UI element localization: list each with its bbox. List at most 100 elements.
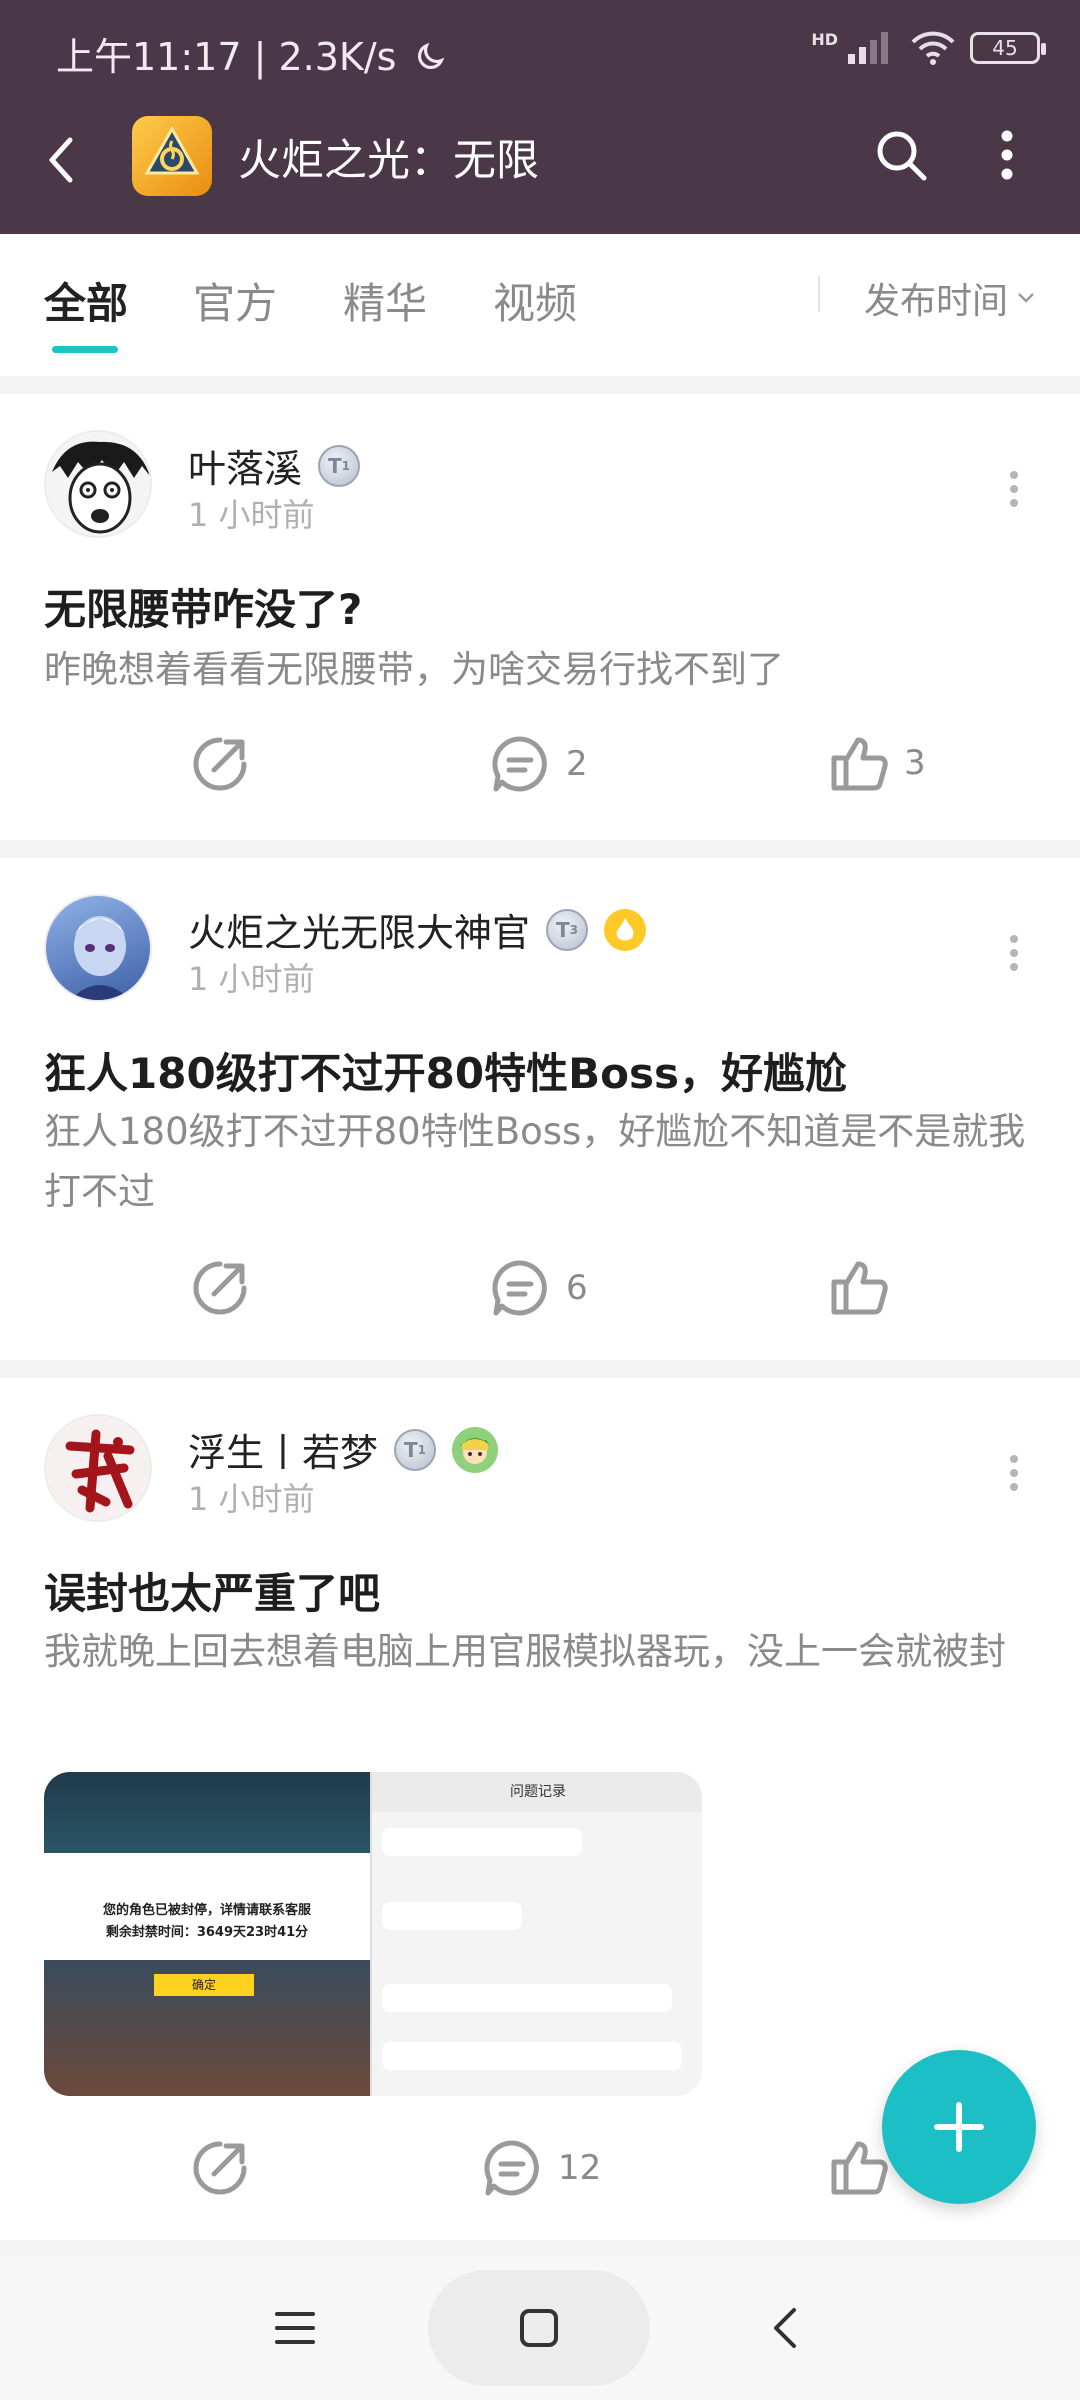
home-button[interactable] xyxy=(494,2276,584,2380)
post-images[interactable]: 提示 您的角色已被封停，详情请联系客服 剩余封禁时间：3649天23时41分 确… xyxy=(44,1772,702,2096)
thumbs-up-icon xyxy=(831,1261,888,1315)
search-icon xyxy=(877,131,927,181)
sort-dropdown[interactable]: 发布时间 xyxy=(864,272,1036,324)
moon-icon xyxy=(417,42,444,69)
post-card[interactable]: 叶落溪 T1 1 小时前 无限腰带咋没了? 昨晚想着看看无限腰带，为啥交易行找不… xyxy=(0,394,1080,840)
tabs-divider xyxy=(818,276,820,312)
tab-official[interactable]: 官方 xyxy=(193,270,277,331)
image-ban-remaining: 剩余封禁时间：3649天23时41分 xyxy=(105,1925,309,1940)
comment-icon xyxy=(484,2140,539,2196)
status-time-text: 上午11:17 | 2.3K/s xyxy=(56,35,397,79)
character-badge-icon xyxy=(452,1426,499,1473)
app-bar: 火炬之光：无限 xyxy=(0,100,1080,234)
avatar-calligraphy-icon xyxy=(46,1416,150,1520)
comment-count: 12 xyxy=(558,2148,602,2188)
thumbs-up-icon xyxy=(831,2141,888,2195)
post-time: 1 小时前 xyxy=(188,496,315,534)
back-icon xyxy=(49,137,73,183)
avatar[interactable] xyxy=(44,1414,152,1522)
post-body[interactable]: 昨晚想着看看无限腰带，为啥交易行找不到了 xyxy=(44,640,1034,700)
share-icon xyxy=(193,737,247,791)
avatar-face-icon xyxy=(46,432,150,536)
share-button[interactable] xyxy=(190,734,250,794)
torch-emblem-icon xyxy=(144,125,200,175)
back-nav-button[interactable] xyxy=(740,2276,830,2380)
active-tab-indicator xyxy=(52,346,118,353)
status-time: 上午11:17 | 2.3K/s xyxy=(56,26,447,81)
author-row: 叶落溪 T1 xyxy=(188,438,361,493)
author-name[interactable]: 叶落溪 xyxy=(188,438,302,493)
post-body[interactable]: 我就晚上回去想着电脑上用官服模拟器玩，没上一会就被封 xyxy=(44,1622,1034,1682)
badge-level: 1 xyxy=(341,458,351,473)
tab-featured[interactable]: 精华 xyxy=(343,270,427,331)
comment-button[interactable]: 6 xyxy=(490,1258,588,1318)
sort-label: 发布时间 xyxy=(864,281,1009,322)
wifi-icon xyxy=(911,31,955,65)
home-icon xyxy=(520,2309,558,2347)
new-post-button[interactable] xyxy=(882,2050,1036,2204)
author-row: 浮生丨若梦 T1 xyxy=(188,1422,499,1477)
like-button[interactable]: 3 xyxy=(830,734,926,792)
badge-level: 3 xyxy=(569,922,579,937)
post-image-records[interactable]: 问题记录 xyxy=(370,1772,702,2096)
post-card[interactable]: 火炬之光无限大神官 T3 1 小时前 狂人180级打不过开80特性Boss，好尴… xyxy=(0,858,1080,1360)
more-button[interactable] xyxy=(982,122,1032,188)
post-title[interactable]: 误封也太严重了吧 xyxy=(44,1560,380,1621)
image-confirm-label: 确定 xyxy=(154,1974,254,1996)
author-name[interactable]: 浮生丨若梦 xyxy=(188,1422,378,1477)
post-more-button[interactable] xyxy=(994,464,1034,514)
section-gap xyxy=(0,376,1080,394)
more-vertical-icon xyxy=(1001,130,1013,180)
section-gap xyxy=(0,2240,1080,2256)
share-icon xyxy=(193,1261,247,1315)
image-record-line xyxy=(382,2042,682,2070)
filter-tabs: 全部 官方 精华 视频 发布时间 xyxy=(0,234,1080,376)
tab-video[interactable]: 视频 xyxy=(493,270,577,331)
more-vertical-icon xyxy=(1010,471,1018,507)
comment-icon xyxy=(492,736,547,792)
back-nav-icon xyxy=(774,2308,796,2348)
page-title: 火炬之光：无限 xyxy=(238,136,539,186)
like-count: 3 xyxy=(904,743,926,783)
like-button[interactable] xyxy=(830,1258,904,1316)
post-image-ban-notice[interactable]: 提示 您的角色已被封停，详情请联系客服 剩余封禁时间：3649天23时41分 确… xyxy=(44,1772,370,2096)
comment-count: 6 xyxy=(566,1268,588,1308)
avatar[interactable] xyxy=(44,894,152,1002)
author-name[interactable]: 火炬之光无限大神官 xyxy=(188,902,530,957)
share-icon xyxy=(193,2141,247,2195)
post-more-button[interactable] xyxy=(994,1448,1034,1498)
image-record-line xyxy=(382,1902,522,1930)
back-button[interactable] xyxy=(30,128,94,192)
level-badge-icon: T1 xyxy=(318,444,361,487)
image-popup-text: 您的角色已被封停，详情请联系客服 剩余封禁时间：3649天23时41分 xyxy=(56,1900,358,1944)
image-record-line xyxy=(382,1984,672,2012)
tab-all[interactable]: 全部 xyxy=(44,270,128,331)
menu-button[interactable] xyxy=(250,2276,340,2380)
avatar[interactable] xyxy=(44,430,152,538)
post-body[interactable]: 狂人180级打不过开80特性Boss，好尴尬不知道是不是就我打不过 xyxy=(44,1102,1034,1222)
badge-level: 1 xyxy=(417,1442,427,1457)
search-button[interactable] xyxy=(868,122,934,188)
post-more-button[interactable] xyxy=(994,928,1034,978)
game-logo[interactable] xyxy=(132,116,212,196)
post-title[interactable]: 无限腰带咋没了? xyxy=(44,576,362,637)
share-button[interactable] xyxy=(190,2138,250,2198)
comment-button[interactable]: 12 xyxy=(482,2138,601,2198)
battery-icon: 45 xyxy=(970,32,1046,64)
battery-level: 45 xyxy=(992,36,1018,60)
system-nav-bar xyxy=(0,2256,1080,2400)
author-row: 火炬之光无限大神官 T3 xyxy=(188,902,647,957)
post-title[interactable]: 狂人180级打不过开80特性Boss，好尴尬 xyxy=(44,1040,847,1101)
level-badge-icon: T3 xyxy=(546,908,589,951)
post-time: 1 小时前 xyxy=(188,1480,315,1518)
image-tip-text: 提示 xyxy=(174,1868,207,1887)
section-gap xyxy=(0,1360,1080,1378)
plus-icon xyxy=(934,2102,984,2152)
comment-button[interactable]: 2 xyxy=(490,734,588,794)
chevron-down-icon xyxy=(1018,293,1034,303)
image-records-head: 问题记录 xyxy=(372,1772,702,1812)
more-vertical-icon xyxy=(1010,1455,1018,1491)
post-time: 1 小时前 xyxy=(188,960,315,998)
flame-badge-icon xyxy=(604,908,647,951)
share-button[interactable] xyxy=(190,1258,250,1318)
